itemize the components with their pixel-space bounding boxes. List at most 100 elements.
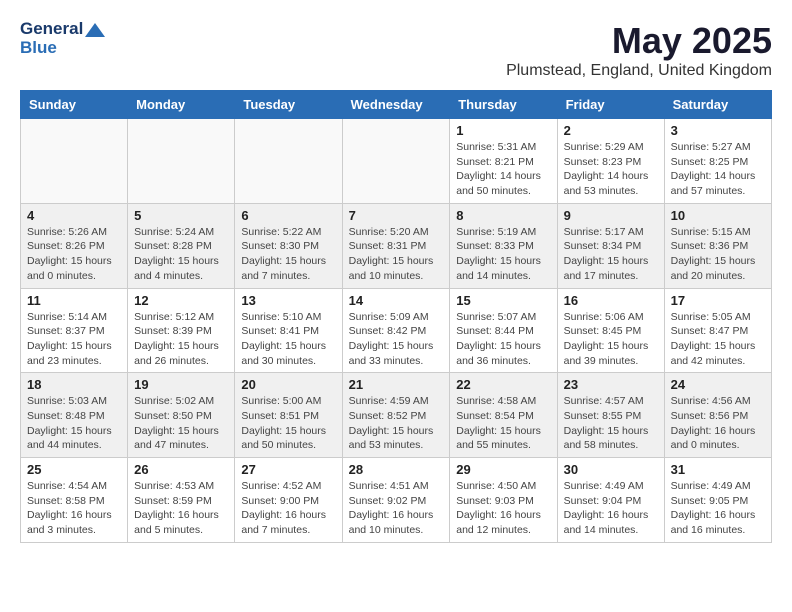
- day-number: 6: [241, 208, 335, 223]
- table-row: 6 Sunrise: 5:22 AMSunset: 8:30 PMDaylight…: [235, 203, 342, 288]
- day-info: Sunrise: 5:17 AMSunset: 8:34 PMDaylight:…: [564, 225, 658, 284]
- calendar-week-row: 25 Sunrise: 4:54 AMSunset: 8:58 PMDayligh…: [21, 458, 772, 543]
- day-number: 23: [564, 377, 658, 392]
- table-row: 15Sunrise: 5:07 AMSunset: 8:44 PMDayligh…: [450, 288, 557, 373]
- table-row: 25 Sunrise: 4:54 AMSunset: 8:58 PMDayligh…: [21, 458, 128, 543]
- day-number: 19: [134, 377, 228, 392]
- table-row: 16Sunrise: 5:06 AMSunset: 8:45 PMDayligh…: [557, 288, 664, 373]
- calendar-week-row: 11 Sunrise: 5:14 AMSunset: 8:37 PMDayligh…: [21, 288, 772, 373]
- day-info: Sunrise: 5:22 AMSunset: 8:30 PMDaylight:…: [241, 225, 335, 284]
- day-info: Sunrise: 5:07 AMSunset: 8:44 PMDaylight:…: [456, 310, 550, 369]
- day-number: 17: [671, 293, 765, 308]
- table-row: 9 Sunrise: 5:17 AMSunset: 8:34 PMDaylight…: [557, 203, 664, 288]
- table-row: 30 Sunrise: 4:49 AMSunset: 9:04 PMDayligh…: [557, 458, 664, 543]
- day-info: Sunrise: 4:49 AMSunset: 9:04 PMDaylight:…: [564, 479, 658, 538]
- day-number: 12: [134, 293, 228, 308]
- table-row: 13 Sunrise: 5:10 AMSunset: 8:41 PMDayligh…: [235, 288, 342, 373]
- day-info: Sunrise: 4:53 AMSunset: 8:59 PMDaylight:…: [134, 479, 228, 538]
- day-number: 2: [564, 123, 658, 138]
- calendar-week-row: 1Sunrise: 5:31 AMSunset: 8:21 PMDaylight…: [21, 119, 772, 204]
- table-row: 22 Sunrise: 4:58 AMSunset: 8:54 PMDayligh…: [450, 373, 557, 458]
- table-row: 7 Sunrise: 5:20 AMSunset: 8:31 PMDaylight…: [342, 203, 450, 288]
- day-info: Sunrise: 5:31 AMSunset: 8:21 PMDaylight:…: [456, 140, 550, 199]
- day-number: 22: [456, 377, 550, 392]
- calendar-table: Sunday Monday Tuesday Wednesday Thursday…: [20, 90, 772, 543]
- table-row: 29 Sunrise: 4:50 AMSunset: 9:03 PMDayligh…: [450, 458, 557, 543]
- day-info: Sunrise: 5:00 AMSunset: 8:51 PMDaylight:…: [241, 394, 335, 453]
- table-row: 10 Sunrise: 5:15 AMSunset: 8:36 PMDayligh…: [664, 203, 771, 288]
- day-number: 16: [564, 293, 658, 308]
- table-row: 23Sunrise: 4:57 AMSunset: 8:55 PMDayligh…: [557, 373, 664, 458]
- calendar-week-row: 4 Sunrise: 5:26 AMSunset: 8:26 PMDaylight…: [21, 203, 772, 288]
- table-row: 17Sunrise: 5:05 AMSunset: 8:47 PMDayligh…: [664, 288, 771, 373]
- col-thursday: Thursday: [450, 91, 557, 119]
- table-row: 11 Sunrise: 5:14 AMSunset: 8:37 PMDayligh…: [21, 288, 128, 373]
- table-row: [21, 119, 128, 204]
- month-title: May 2025: [506, 20, 772, 62]
- day-number: 31: [671, 462, 765, 477]
- location-title: Plumstead, England, United Kingdom: [506, 62, 772, 80]
- day-info: Sunrise: 5:14 AMSunset: 8:37 PMDaylight:…: [27, 310, 121, 369]
- day-number: 29: [456, 462, 550, 477]
- day-info: Sunrise: 4:49 AMSunset: 9:05 PMDaylight:…: [671, 479, 765, 538]
- table-row: 31 Sunrise: 4:49 AMSunset: 9:05 PMDayligh…: [664, 458, 771, 543]
- day-number: 20: [241, 377, 335, 392]
- day-number: 9: [564, 208, 658, 223]
- day-info: Sunrise: 5:27 AMSunset: 8:25 PMDaylight:…: [671, 140, 765, 199]
- table-row: 27 Sunrise: 4:52 AMSunset: 9:00 PMDayligh…: [235, 458, 342, 543]
- day-info: Sunrise: 5:26 AMSunset: 8:26 PMDaylight:…: [27, 225, 121, 284]
- col-wednesday: Wednesday: [342, 91, 450, 119]
- day-number: 10: [671, 208, 765, 223]
- day-number: 4: [27, 208, 121, 223]
- day-info: Sunrise: 5:19 AMSunset: 8:33 PMDaylight:…: [456, 225, 550, 284]
- day-number: 5: [134, 208, 228, 223]
- table-row: [235, 119, 342, 204]
- day-number: 26: [134, 462, 228, 477]
- table-row: 5 Sunrise: 5:24 AMSunset: 8:28 PMDaylight…: [128, 203, 235, 288]
- day-info: Sunrise: 4:59 AMSunset: 8:52 PMDaylight:…: [349, 394, 444, 453]
- day-info: Sunrise: 5:24 AMSunset: 8:28 PMDaylight:…: [134, 225, 228, 284]
- table-row: 18 Sunrise: 5:03 AMSunset: 8:48 PMDayligh…: [21, 373, 128, 458]
- title-section: May 2025 Plumstead, England, United King…: [506, 20, 772, 80]
- day-number: 13: [241, 293, 335, 308]
- day-number: 24: [671, 377, 765, 392]
- day-info: Sunrise: 5:03 AMSunset: 8:48 PMDaylight:…: [27, 394, 121, 453]
- day-number: 27: [241, 462, 335, 477]
- day-number: 11: [27, 293, 121, 308]
- day-number: 28: [349, 462, 444, 477]
- table-row: 26 Sunrise: 4:53 AMSunset: 8:59 PMDayligh…: [128, 458, 235, 543]
- day-info: Sunrise: 4:58 AMSunset: 8:54 PMDaylight:…: [456, 394, 550, 453]
- day-info: Sunrise: 4:50 AMSunset: 9:03 PMDaylight:…: [456, 479, 550, 538]
- day-info: Sunrise: 5:02 AMSunset: 8:50 PMDaylight:…: [134, 394, 228, 453]
- day-number: 21: [349, 377, 444, 392]
- day-number: 8: [456, 208, 550, 223]
- day-info: Sunrise: 5:10 AMSunset: 8:41 PMDaylight:…: [241, 310, 335, 369]
- day-info: Sunrise: 4:52 AMSunset: 9:00 PMDaylight:…: [241, 479, 335, 538]
- col-monday: Monday: [128, 91, 235, 119]
- day-info: Sunrise: 4:54 AMSunset: 8:58 PMDaylight:…: [27, 479, 121, 538]
- table-row: [342, 119, 450, 204]
- day-number: 25: [27, 462, 121, 477]
- logo: General Blue: [20, 20, 105, 57]
- logo-blue: Blue: [20, 39, 105, 58]
- day-info: Sunrise: 4:51 AMSunset: 9:02 PMDaylight:…: [349, 479, 444, 538]
- calendar-header-row: Sunday Monday Tuesday Wednesday Thursday…: [21, 91, 772, 119]
- col-sunday: Sunday: [21, 91, 128, 119]
- table-row: 21 Sunrise: 4:59 AMSunset: 8:52 PMDayligh…: [342, 373, 450, 458]
- calendar-week-row: 18 Sunrise: 5:03 AMSunset: 8:48 PMDayligh…: [21, 373, 772, 458]
- day-number: 14: [349, 293, 444, 308]
- col-tuesday: Tuesday: [235, 91, 342, 119]
- table-row: 3Sunrise: 5:27 AMSunset: 8:25 PMDaylight…: [664, 119, 771, 204]
- table-row: 19 Sunrise: 5:02 AMSunset: 8:50 PMDayligh…: [128, 373, 235, 458]
- day-info: Sunrise: 5:15 AMSunset: 8:36 PMDaylight:…: [671, 225, 765, 284]
- day-info: Sunrise: 4:56 AMSunset: 8:56 PMDaylight:…: [671, 394, 765, 453]
- table-row: 8 Sunrise: 5:19 AMSunset: 8:33 PMDaylight…: [450, 203, 557, 288]
- day-info: Sunrise: 5:20 AMSunset: 8:31 PMDaylight:…: [349, 225, 444, 284]
- col-friday: Friday: [557, 91, 664, 119]
- day-number: 7: [349, 208, 444, 223]
- table-row: 20 Sunrise: 5:00 AMSunset: 8:51 PMDayligh…: [235, 373, 342, 458]
- table-row: 4 Sunrise: 5:26 AMSunset: 8:26 PMDaylight…: [21, 203, 128, 288]
- day-number: 30: [564, 462, 658, 477]
- table-row: 24 Sunrise: 4:56 AMSunset: 8:56 PMDayligh…: [664, 373, 771, 458]
- day-number: 18: [27, 377, 121, 392]
